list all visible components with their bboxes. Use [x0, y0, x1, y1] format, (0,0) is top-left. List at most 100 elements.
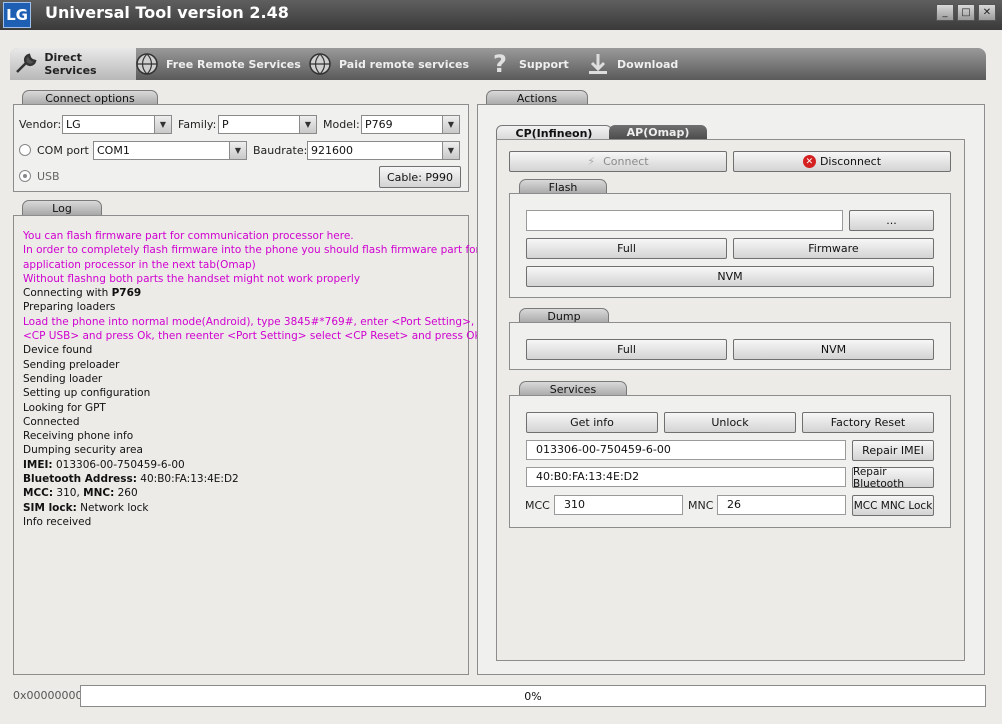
log-text: Connected	[23, 415, 80, 428]
nav-download[interactable]: Download	[585, 48, 678, 80]
dump-full-button[interactable]: Full	[526, 339, 727, 360]
log-line: Sending loader	[23, 372, 468, 386]
nav-direct-services[interactable]: Direct Services	[10, 48, 136, 80]
log-key: MNC:	[83, 487, 115, 500]
browse-button[interactable]: ...	[849, 210, 934, 231]
lightning-icon: ⚡	[587, 155, 596, 168]
baudrate-value: 921600	[311, 144, 353, 157]
com-port-select[interactable]: COM1 ▼	[93, 141, 247, 160]
vendor-select[interactable]: LG ▼	[62, 115, 172, 134]
close-button[interactable]: ✕	[978, 4, 996, 21]
log-text: application processor in the next tab(Om…	[23, 258, 256, 271]
log-line: MCC: 310, MNC: 260	[23, 486, 468, 500]
log-line: Device found	[23, 343, 468, 357]
mcc-mnc-lock-button[interactable]: MCC MNC Lock	[852, 495, 934, 516]
flash-firmware-button[interactable]: Firmware	[733, 238, 934, 259]
flash-tab: Flash	[519, 179, 607, 194]
vendor-value: LG	[66, 118, 81, 131]
log-line: Dumping security area	[23, 443, 468, 457]
dump-nvm-button[interactable]: NVM	[733, 339, 934, 360]
disconnect-label: Disconnect	[819, 155, 882, 168]
model-select[interactable]: P769 ▼	[361, 115, 460, 134]
nav-free-label: Free Remote Services	[166, 57, 301, 71]
log-text: Device found	[23, 344, 93, 357]
chevron-down-icon: ▼	[442, 142, 459, 159]
title-bar: LG Universal Tool version 2.48 _ □ ✕	[0, 0, 1002, 30]
log-line: SIM lock: Network lock	[23, 501, 468, 515]
baudrate-select[interactable]: 921600 ▼	[307, 141, 460, 160]
log-line: Setting up configuration	[23, 386, 468, 400]
nav-download-label: Download	[617, 57, 679, 71]
tab-ap-omap[interactable]: AP(Omap)	[609, 125, 707, 140]
mcc-input[interactable]: 310	[554, 495, 683, 515]
log-text: Info received	[23, 515, 92, 528]
family-select[interactable]: P ▼	[218, 115, 317, 134]
bluetooth-input[interactable]: 40:B0:FA:13:4E:D2	[526, 467, 846, 487]
log-line: Load the phone into normal mode(Android)…	[23, 315, 509, 329]
repair-bluetooth-button[interactable]: Repair Bluetooth	[852, 466, 934, 490]
log-text: Receiving phone info	[23, 430, 134, 443]
log-tab: Log	[22, 200, 102, 215]
get-info-button[interactable]: Get info	[526, 412, 658, 433]
log-text: In order to completely flash firmware in…	[23, 244, 480, 257]
usb-label: USB	[37, 170, 60, 183]
top-navigation: Direct Services Free Remote Services Pai…	[10, 48, 986, 80]
log-line: Connecting with P769	[23, 286, 468, 300]
log-line: Without flashng both parts the handset m…	[23, 272, 468, 286]
log-line: Info received	[23, 515, 468, 529]
download-icon	[585, 51, 611, 77]
log-key: Bluetooth Address:	[23, 473, 137, 486]
family-label: Family:	[178, 118, 217, 131]
log-text: Sending loader	[23, 372, 103, 385]
chevron-down-icon: ▼	[154, 116, 171, 133]
factory-reset-button[interactable]: Factory Reset	[802, 412, 934, 433]
question-mark-icon: ?	[493, 50, 507, 78]
log-line: Bluetooth Address: 40:B0:FA:13:4E:D2	[23, 472, 468, 486]
nav-paid-label: Paid remote services	[339, 57, 470, 71]
log-text: You can flash firmware part for communic…	[23, 230, 354, 242]
nav-support[interactable]: ? Support	[487, 48, 569, 80]
log-line: You can flash firmware part for communic…	[23, 229, 468, 243]
log-text: Dumping security area	[23, 444, 143, 457]
repair-imei-button[interactable]: Repair IMEI	[852, 440, 934, 461]
connect-label: Connect	[603, 155, 649, 168]
nav-free-remote[interactable]: Free Remote Services	[134, 48, 301, 80]
log-line: In order to completely flash firmware in…	[23, 243, 480, 257]
chevron-down-icon: ▼	[229, 142, 246, 159]
log-key: IMEI:	[23, 458, 53, 471]
log-line: Receiving phone info	[23, 429, 468, 443]
connect-button[interactable]: ⚡ Connect	[509, 151, 727, 172]
status-address: 0x00000000	[13, 689, 83, 702]
log-line: <CP USB> and press Ok, then reenter <Por…	[23, 329, 481, 343]
log-text: 260	[114, 487, 138, 500]
com-port-radio[interactable]	[19, 144, 31, 156]
mnc-input[interactable]: 26	[717, 495, 846, 515]
log-text: 013306-00-750459-6-00	[52, 458, 185, 471]
imei-input[interactable]: 013306-00-750459-6-00	[526, 440, 846, 460]
flash-full-button[interactable]: Full	[526, 238, 727, 259]
flash-nvm-button[interactable]: NVM	[526, 266, 934, 287]
log-text: Setting up configuration	[23, 387, 151, 400]
usb-radio[interactable]	[19, 170, 31, 182]
log-key: SIM lock:	[23, 501, 77, 514]
log-text: Load the phone into normal mode(Android)…	[23, 315, 509, 328]
mnc-label: MNC	[688, 499, 714, 512]
mcc-label: MCC	[525, 499, 550, 512]
vendor-label: Vendor:	[19, 118, 62, 131]
unlock-button[interactable]: Unlock	[664, 412, 796, 433]
cable-button[interactable]: Cable: P990	[379, 166, 461, 188]
log-text: Without flashng both parts the handset m…	[23, 272, 361, 285]
log-text: Connecting with	[23, 287, 112, 300]
disconnect-button[interactable]: ✕ Disconnect	[733, 151, 951, 172]
log-panel: You can flash firmware part for communic…	[13, 215, 509, 675]
maximize-button[interactable]: □	[957, 4, 975, 21]
minimize-button[interactable]: _	[936, 4, 954, 21]
disconnect-icon: ✕	[802, 155, 816, 168]
com-port-value: COM1	[97, 144, 130, 157]
tab-cp-infineon[interactable]: CP(Infineon)	[496, 125, 612, 140]
actions-tab: Actions	[486, 90, 588, 105]
nav-paid-remote[interactable]: Paid remote services	[307, 48, 469, 80]
log-line: IMEI: 013306-00-750459-6-00	[23, 458, 468, 472]
flash-file-input[interactable]	[526, 210, 843, 231]
com-port-label: COM port	[37, 144, 89, 157]
